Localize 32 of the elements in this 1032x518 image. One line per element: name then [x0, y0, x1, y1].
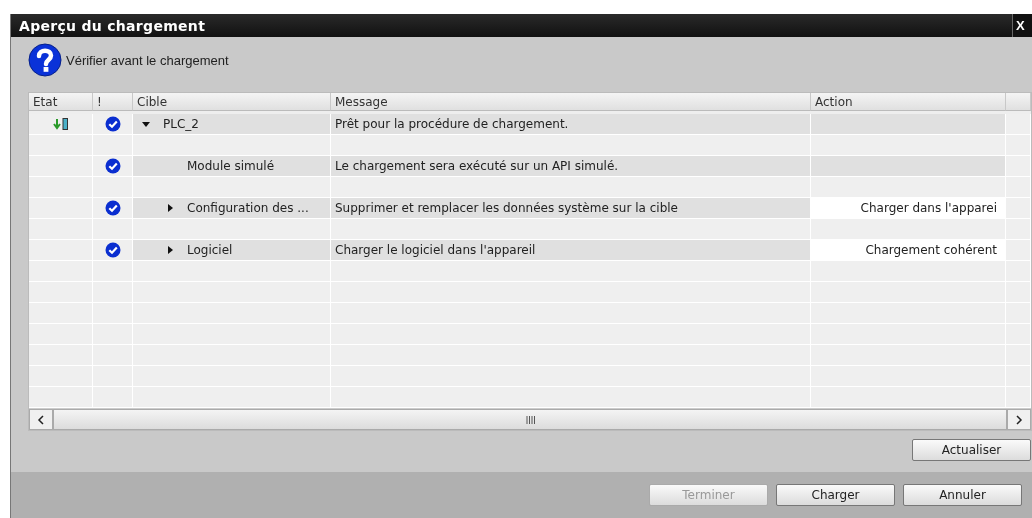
- dialog-button[interactable]: Charger: [776, 484, 895, 506]
- column-header[interactable]: Etat: [29, 93, 93, 111]
- instruction-text: Vérifier avant le chargement: [66, 52, 229, 68]
- chevron-right-icon: [1015, 414, 1023, 425]
- refresh-button[interactable]: Actualiser: [912, 439, 1031, 461]
- column-header[interactable]: !: [93, 93, 133, 111]
- action-dropdown[interactable]: Charger dans l'apparei: [811, 198, 1006, 219]
- horizontal-scrollbar[interactable]: [29, 408, 1031, 430]
- tree-item[interactable]: Logiciel: [187, 243, 233, 257]
- table-cell: [93, 387, 133, 408]
- chevron-left-icon: [37, 414, 45, 425]
- scroll-right-button[interactable]: [1007, 409, 1031, 430]
- column-header[interactable]: Message: [331, 93, 811, 111]
- tree-item[interactable]: Module simulé: [187, 159, 275, 173]
- caret-icon[interactable]: [141, 119, 151, 129]
- message-cell: Prêt pour la procédure de chargement.: [331, 114, 811, 135]
- scroll-grip-icon: [525, 415, 535, 424]
- scroll-left-button[interactable]: [29, 409, 53, 430]
- tree-item[interactable]: PLC_2: [163, 117, 199, 131]
- action-dropdown[interactable]: Chargement cohérent: [811, 240, 1006, 261]
- message-cell: Charger le logiciel dans l'appareil: [331, 240, 811, 261]
- caret-icon[interactable]: [165, 203, 175, 213]
- window-title: Aperçu du chargement: [18, 17, 206, 34]
- tree-item[interactable]: Configuration des ...: [187, 201, 309, 215]
- dialog-button[interactable]: Annuler: [903, 484, 1022, 506]
- message-cell: Le chargement sera exécuté sur un API simulé.: [331, 156, 811, 177]
- column-header[interactable]: Action: [811, 93, 1006, 111]
- column-header[interactable]: Cible: [133, 93, 331, 111]
- close-button[interactable]: X: [1012, 14, 1032, 37]
- caret-icon[interactable]: [165, 245, 175, 255]
- question-icon: [28, 43, 62, 77]
- message-cell: Supprimer et remplacer les données système sur la cible: [331, 198, 811, 219]
